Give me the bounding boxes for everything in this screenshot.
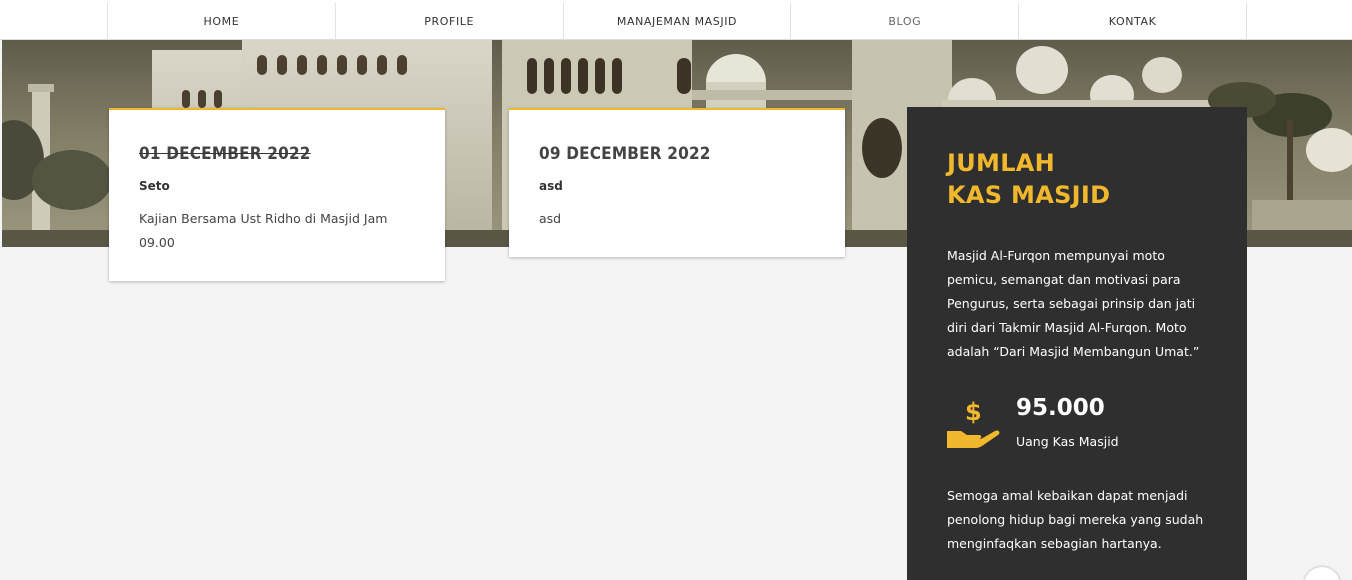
main-navigation: HOME PROFILE MANAJEMAN MASJID BLOG KONTA… xyxy=(0,3,1352,40)
event-description: asd xyxy=(539,211,562,226)
event-date: 09 DECEMBER 2022 xyxy=(539,144,711,164)
nav-item-blog[interactable]: BLOG xyxy=(791,3,1020,40)
event-name: asd xyxy=(539,179,563,193)
panel-title: JUMLAH KAS MASJID xyxy=(947,147,1110,211)
svg-text:$: $ xyxy=(965,398,982,426)
nav-item-kontak[interactable]: KONTAK xyxy=(1019,3,1247,40)
hand-dollar-icon: $ xyxy=(945,397,1005,453)
nav-item-manajemen-masjid[interactable]: MANAJEMAN MASJID xyxy=(564,3,792,40)
nav-item-home[interactable]: HOME xyxy=(108,3,336,40)
event-name: Seto xyxy=(139,179,170,193)
panel-title-line2: KAS MASJID xyxy=(947,181,1111,209)
event-card[interactable]: 01 DECEMBER 2022 Seto Kajian Bersama Ust… xyxy=(109,108,445,281)
kas-masjid-panel: JUMLAH KAS MASJID Masjid Al-Furqon mempu… xyxy=(907,107,1247,580)
panel-intro-text: Masjid Al-Furqon mempunyai moto pemicu, … xyxy=(947,248,1200,359)
kas-amount-label: Uang Kas Masjid xyxy=(1016,434,1119,449)
panel-title-line1: JUMLAH xyxy=(947,149,1056,177)
scroll-to-top-button[interactable] xyxy=(1304,567,1340,580)
event-description: Kajian Bersama Ust Ridho di Masjid Jam 0… xyxy=(139,211,388,250)
kas-amount: 95.000 xyxy=(1016,395,1105,421)
panel-closing-text: Semoga amal kebaikan dapat menjadi penol… xyxy=(947,488,1204,551)
event-card[interactable]: 09 DECEMBER 2022 asd asd xyxy=(509,108,845,257)
nav-item-profile[interactable]: PROFILE xyxy=(336,3,564,40)
event-date: 01 DECEMBER 2022 xyxy=(139,144,311,164)
nav-menu: HOME PROFILE MANAJEMAN MASJID BLOG KONTA… xyxy=(107,3,1247,40)
